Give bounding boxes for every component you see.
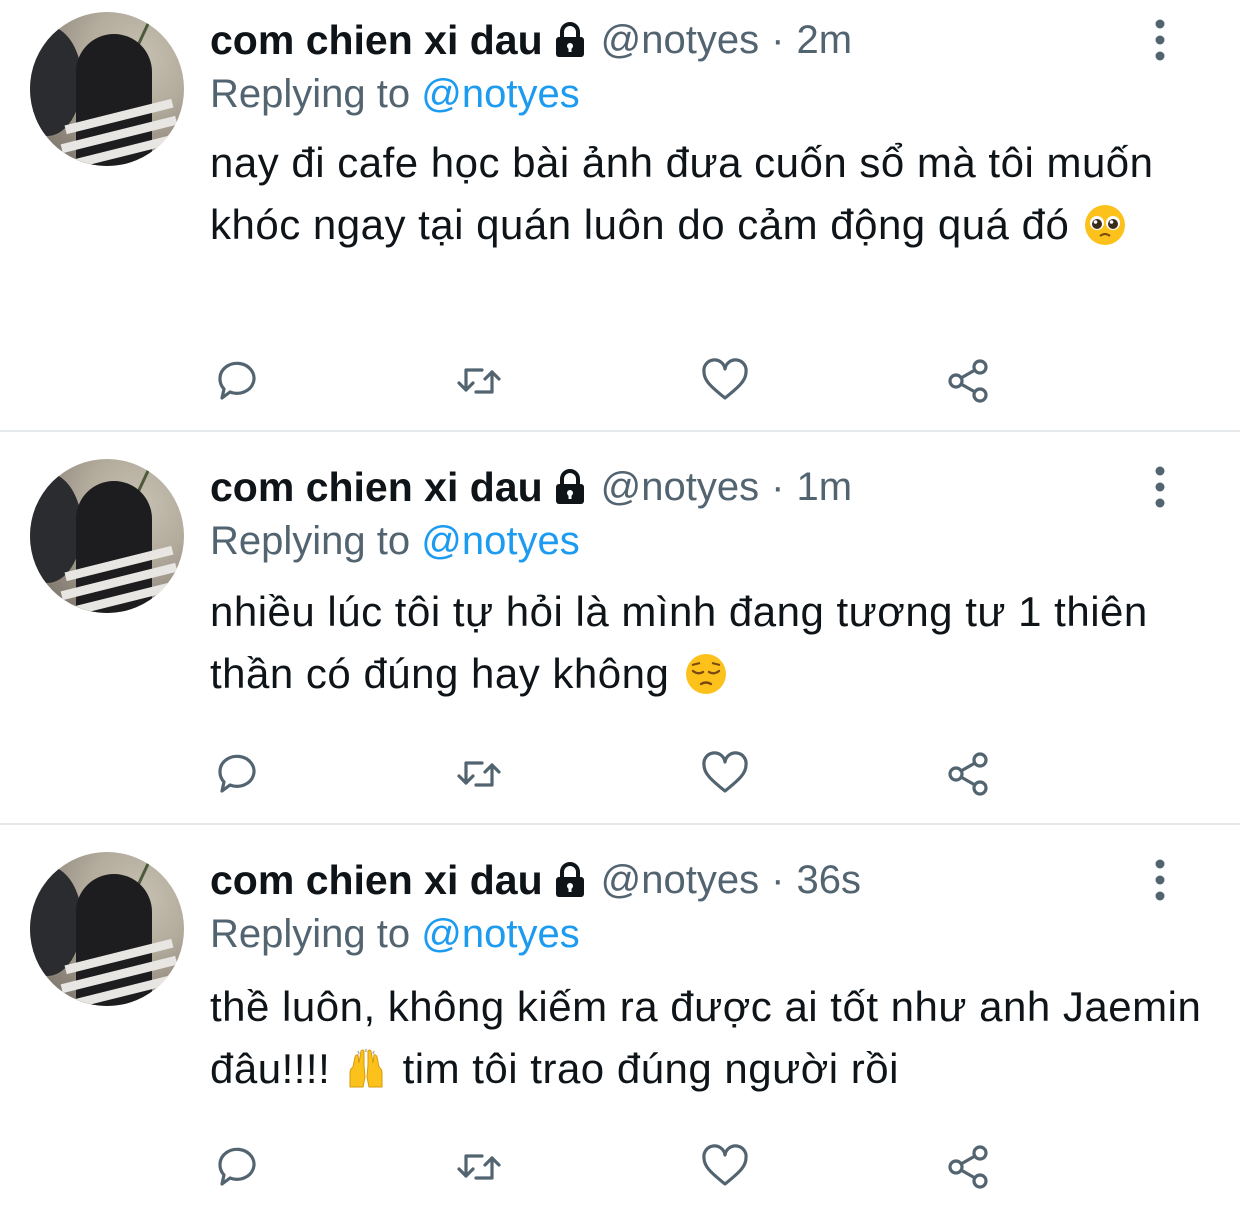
like-icon[interactable] [700, 1142, 750, 1192]
avatar[interactable] [30, 12, 184, 166]
tweet-text: nhiều lúc tôi tự hỏi là mình đang tương … [210, 581, 1210, 705]
author-name[interactable]: com chien xi dau [210, 464, 543, 511]
avatar[interactable] [30, 459, 184, 613]
reply-icon[interactable] [212, 1142, 262, 1192]
tweet-text: thề luôn, không kiếm ra được ai tốt như … [210, 976, 1210, 1100]
like-icon[interactable] [700, 749, 750, 799]
replying-to-label: Replying to [210, 519, 411, 563]
share-icon[interactable] [944, 749, 994, 799]
replying-to: Replying to @notyes [210, 912, 580, 957]
share-icon[interactable] [944, 1142, 994, 1192]
share-icon[interactable] [944, 356, 994, 406]
replying-to: Replying to @notyes [210, 519, 580, 564]
author-handle[interactable]: @notyes [601, 18, 759, 63]
retweet-icon[interactable] [454, 1142, 504, 1192]
tweet[interactable]: com chien xi dau @notyes · 2m Replying t… [0, 0, 1240, 430]
author-handle[interactable]: @notyes [601, 465, 759, 510]
replying-to-handle[interactable]: @notyes [421, 912, 579, 956]
timestamp[interactable]: 1m [796, 465, 852, 510]
replying-to-label: Replying to [210, 912, 411, 956]
pensive-face-emoji-icon [685, 654, 726, 694]
author-name[interactable]: com chien xi dau [210, 17, 543, 64]
replying-to-handle[interactable]: @notyes [421, 519, 579, 563]
tweet-text-continuation: tim tôi trao đúng người rồi [402, 1045, 899, 1092]
separator-dot: · [771, 464, 785, 509]
tweet-actions [212, 749, 1012, 799]
reply-icon[interactable] [212, 356, 262, 406]
author-name[interactable]: com chien xi dau [210, 857, 543, 904]
tweet-actions [212, 1142, 1012, 1192]
separator-dot: · [771, 17, 785, 62]
like-icon[interactable] [700, 356, 750, 406]
retweet-icon[interactable] [454, 356, 504, 406]
reply-icon[interactable] [212, 749, 262, 799]
tweet-header: com chien xi dau @notyes · 2m [210, 14, 852, 66]
more-options-icon[interactable] [1148, 18, 1172, 62]
more-options-icon[interactable] [1148, 465, 1172, 509]
replying-to-label: Replying to [210, 72, 411, 116]
tweet-divider [0, 430, 1240, 432]
more-options-icon[interactable] [1148, 858, 1172, 902]
tweet-text: nay đi cafe học bài ảnh đưa cuốn sổ mà t… [210, 132, 1210, 256]
timestamp[interactable]: 2m [796, 18, 852, 63]
lock-icon [555, 22, 584, 57]
replying-to: Replying to @notyes [210, 72, 580, 117]
lock-icon [555, 862, 584, 897]
tweet-text-content: nhiều lúc tôi tự hỏi là mình đang tương … [210, 588, 1148, 697]
timestamp[interactable]: 36s [796, 858, 861, 903]
raising-hands-emoji-icon [349, 1049, 383, 1088]
tweet-divider [0, 823, 1240, 825]
lock-icon [555, 469, 584, 504]
tweet[interactable]: com chien xi dau @notyes · 1m Replying t… [0, 447, 1240, 823]
tweet-header: com chien xi dau @notyes · 36s [210, 854, 861, 906]
pleading-face-emoji-icon [1085, 205, 1126, 245]
retweet-icon[interactable] [454, 749, 504, 799]
tweet-text-content: nay đi cafe học bài ảnh đưa cuốn sổ mà t… [210, 139, 1154, 248]
replying-to-handle[interactable]: @notyes [421, 72, 579, 116]
tweet-header: com chien xi dau @notyes · 1m [210, 461, 852, 513]
separator-dot: · [771, 857, 785, 902]
avatar[interactable] [30, 852, 184, 1006]
tweet-actions [212, 356, 1012, 406]
tweet[interactable]: com chien xi dau @notyes · 36s Replying … [0, 840, 1240, 1215]
author-handle[interactable]: @notyes [601, 858, 759, 903]
